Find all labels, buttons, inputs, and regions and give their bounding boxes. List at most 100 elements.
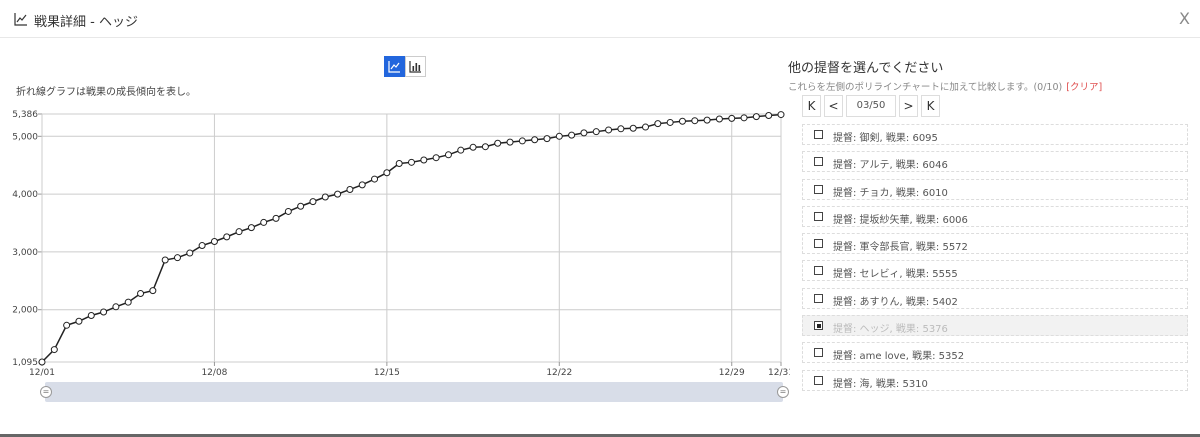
data-point xyxy=(149,287,157,295)
admiral-checkbox[interactable] xyxy=(814,293,823,303)
data-point xyxy=(260,218,268,226)
admiral-checkbox[interactable] xyxy=(814,239,823,249)
plot-border xyxy=(41,113,782,363)
data-point xyxy=(691,117,699,125)
data-point xyxy=(161,256,169,264)
admiral-checkbox[interactable] xyxy=(814,211,823,221)
y-tick-label: 5,000 xyxy=(12,132,38,142)
admiral-checkbox[interactable] xyxy=(814,130,823,139)
last-page-button[interactable]: K xyxy=(921,95,940,117)
comparison-title: 他の提督を選んでください xyxy=(788,61,944,76)
bar-chart-icon xyxy=(409,61,421,73)
data-point xyxy=(210,237,218,245)
admiral-list-item[interactable]: 提督: セレビィ, 戦果: 5555 xyxy=(802,260,1188,282)
data-point xyxy=(605,126,613,134)
data-point xyxy=(38,358,46,366)
x-tick-label: 12/29 xyxy=(719,368,745,378)
data-point xyxy=(284,207,292,215)
admiral-list-item[interactable]: 提督: チョカ, 戦果: 6010 xyxy=(802,178,1188,200)
data-point xyxy=(358,181,366,189)
line-chart-icon xyxy=(14,13,27,26)
x-tick-label: 12/01 xyxy=(29,368,55,378)
admiral-label: 提督: 海, 戦果: 5310 xyxy=(833,378,928,390)
admiral-label: 提督: セレビィ, 戦果: 5555 xyxy=(833,269,958,281)
data-point xyxy=(432,154,440,162)
data-point xyxy=(272,214,280,222)
data-point xyxy=(543,135,551,143)
data-point xyxy=(408,158,415,166)
data-point xyxy=(235,228,243,236)
data-point xyxy=(592,128,600,136)
data-point xyxy=(568,131,576,139)
admiral-label: 提督: チョカ, 戦果: 6010 xyxy=(833,187,948,199)
admiral-list-item[interactable]: 提督: 軍令部長官, 戦果: 5572 xyxy=(802,233,1188,255)
slider-end-handle[interactable]: = xyxy=(777,386,789,398)
data-point xyxy=(297,202,305,210)
admiral-list-item[interactable]: 提督: ヘッジ, 戦果: 5376 xyxy=(802,315,1188,337)
admiral-label: 提督: 御剣, 戦果: 6095 xyxy=(833,133,938,144)
admiral-list-item[interactable]: 提督: ame love, 戦果: 5352 xyxy=(802,342,1188,364)
chart-description: 折れ線グラフは戦果の成長傾向を表し。 xyxy=(16,87,196,98)
y-tick-label: 5,386 xyxy=(12,110,38,120)
next-page-button[interactable]: > xyxy=(899,95,918,117)
comparison-subtitle: これらを左側のポリラインチャートに加えて比較します。(0/10) [クリア] xyxy=(788,79,1102,93)
y-tick-label: 1,095 xyxy=(12,358,38,368)
admiral-label: 提督: 軍令部長官, 戦果: 5572 xyxy=(833,242,968,254)
data-point xyxy=(629,124,637,132)
series-line xyxy=(41,113,782,363)
data-point xyxy=(112,303,120,311)
first-page-button[interactable]: K xyxy=(802,95,821,117)
comparison-subtitle-text: これらを左側のポリラインチャートに加えて比較します。(0/10) xyxy=(788,82,1063,93)
bar-chart-toggle-button[interactable] xyxy=(405,56,426,77)
data-point xyxy=(728,114,736,122)
admiral-list-item[interactable]: 提督: 御剣, 戦果: 6095 xyxy=(802,124,1188,145)
x-tick-label: 12/15 xyxy=(374,368,400,378)
data-point xyxy=(420,156,428,164)
admiral-checkbox[interactable] xyxy=(814,348,823,358)
data-point xyxy=(247,224,255,232)
data-point xyxy=(678,117,686,125)
data-point xyxy=(481,143,489,151)
data-point xyxy=(580,129,588,137)
data-point xyxy=(506,138,514,146)
admiral-label: 提督: 提坂紗矢華, 戦果: 6006 xyxy=(833,214,968,226)
clear-link[interactable]: [クリア] xyxy=(1066,82,1102,93)
x-tick-label: 12/08 xyxy=(201,368,227,378)
admiral-checkbox[interactable] xyxy=(814,157,823,167)
data-point xyxy=(444,151,452,159)
admiral-label: 提督: アルテ, 戦果: 6046 xyxy=(833,160,948,172)
admiral-checkbox[interactable] xyxy=(814,266,823,276)
data-point xyxy=(715,115,723,123)
page-input[interactable]: 03/50 xyxy=(846,95,896,117)
data-point xyxy=(395,159,403,167)
x-tick-label: 12/22 xyxy=(546,368,572,378)
close-button[interactable]: X xyxy=(1179,9,1190,28)
data-point xyxy=(654,120,662,128)
data-point xyxy=(666,118,674,126)
data-point xyxy=(124,298,132,306)
data-point xyxy=(555,132,563,140)
data-point xyxy=(531,136,539,144)
slider-start-handle[interactable]: = xyxy=(40,386,52,398)
admiral-checkbox[interactable] xyxy=(814,375,823,385)
data-point xyxy=(703,116,711,124)
admiral-list-item[interactable]: 提督: 提坂紗矢華, 戦果: 6006 xyxy=(802,205,1188,227)
line-chart-toggle-button[interactable] xyxy=(384,56,405,77)
admiral-list-item[interactable]: 提督: アルテ, 戦果: 6046 xyxy=(802,151,1188,173)
data-point xyxy=(198,242,206,250)
line-chart: 1,095 2,000 3,000 4,000 5,000 5,386 12/01 12/08… xyxy=(12,110,790,378)
data-point xyxy=(457,146,465,154)
data-point xyxy=(173,254,181,262)
admiral-list-item[interactable]: 提督: あすりん, 戦果: 5402 xyxy=(802,287,1188,309)
admiral-checkbox[interactable] xyxy=(814,321,823,331)
admiral-list-item[interactable]: 提督: 海, 戦果: 5310 xyxy=(802,369,1188,391)
data-point xyxy=(469,143,477,151)
data-point xyxy=(617,125,625,133)
admiral-checkbox[interactable] xyxy=(814,184,823,194)
date-range-slider[interactable] xyxy=(45,382,783,402)
dialog-header: 戦果詳細 - ヘッジ X xyxy=(0,0,1200,38)
data-point xyxy=(494,139,502,147)
admiral-label: 提督: ame love, 戦果: 5352 xyxy=(833,351,965,363)
data-point xyxy=(383,169,391,177)
prev-page-button[interactable]: < xyxy=(824,95,843,117)
